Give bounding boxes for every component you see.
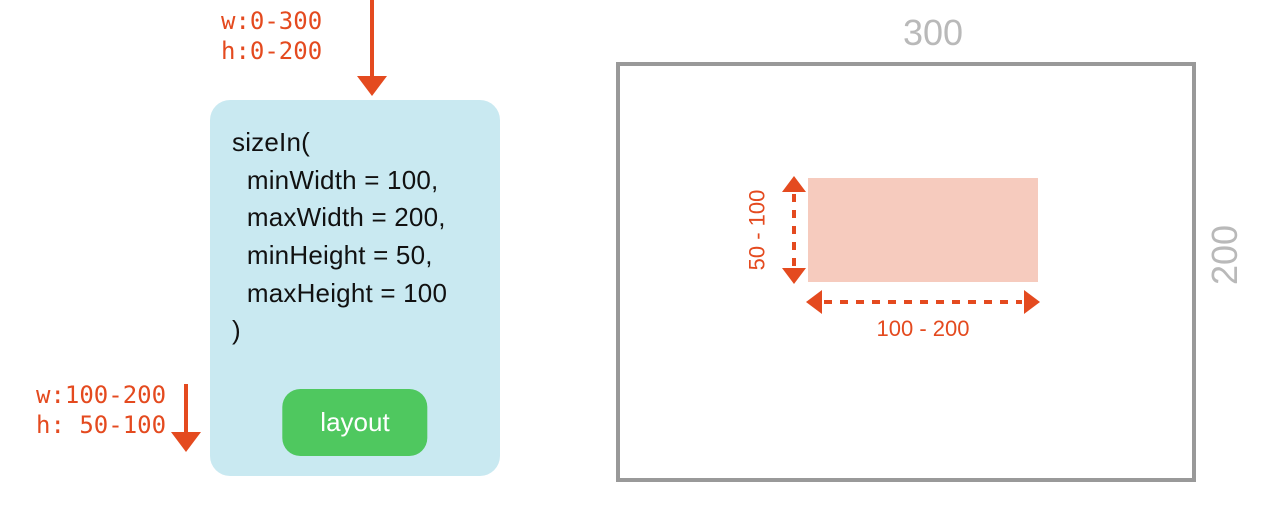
code-text: sizeIn( minWidth = 100, maxWidth = 200, …	[232, 124, 478, 350]
sizein-code-block: sizeIn( minWidth = 100, maxWidth = 200, …	[210, 100, 500, 476]
arrow-down-in-icon	[357, 0, 387, 100]
arrow-down-out-icon	[171, 384, 201, 456]
available-height-label: 200	[1200, 12, 1250, 498]
right-diagram: 300 200 50 - 100 100 - 200	[616, 12, 1250, 498]
available-space-box: 50 - 100 100 - 200	[616, 62, 1196, 482]
height-range-label: 50 - 100	[742, 178, 772, 282]
layout-button: layout	[282, 389, 427, 456]
incoming-constraints-label: w:0-300 h:0-200	[221, 6, 322, 66]
left-diagram: w:0-300 h:0-200 sizeIn( minWidth = 100, …	[36, 0, 516, 526]
result-rect	[808, 178, 1038, 282]
width-range-label: 100 - 200	[808, 316, 1038, 342]
outgoing-constraints-label: w:100-200 h: 50-100	[36, 380, 166, 440]
width-range-arrow-icon	[808, 294, 1038, 310]
available-width-label: 300	[616, 12, 1250, 54]
height-range-arrow-icon	[786, 178, 802, 282]
